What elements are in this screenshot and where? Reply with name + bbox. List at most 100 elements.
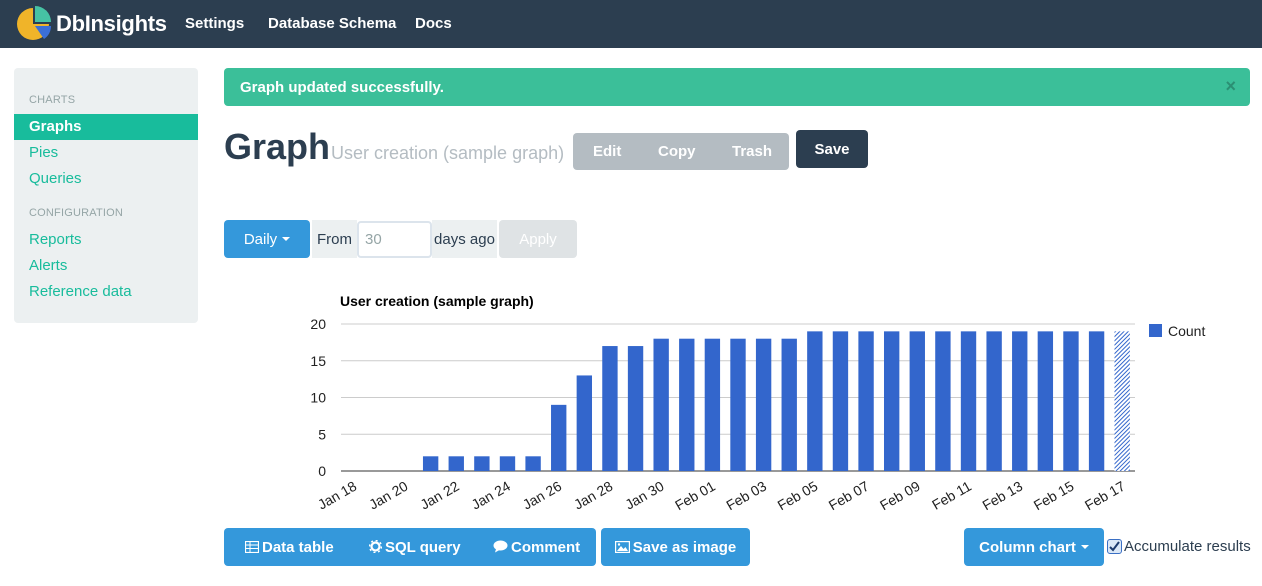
sidebar-header-configuration: CONFIGURATION (29, 207, 124, 219)
nav-database-schema[interactable]: Database Schema (268, 15, 396, 32)
chart-bar[interactable] (832, 331, 849, 471)
chart-bar[interactable] (935, 331, 951, 471)
sidebar-item-alerts[interactable]: Alerts (14, 253, 198, 279)
y-tick-label: 20 (310, 316, 326, 332)
chart-bar[interactable] (755, 338, 772, 471)
granularity-dropdown[interactable]: Daily (224, 220, 310, 258)
page-title: Graph (224, 126, 331, 167)
chart-bar[interactable] (1114, 331, 1130, 471)
pie-chart-logo-icon (17, 6, 51, 40)
chart-bar[interactable] (1012, 331, 1028, 471)
x-tick-label: Feb 07 (826, 478, 872, 514)
accumulate-results-option[interactable]: Accumulate results (1107, 538, 1251, 555)
sql-query-button[interactable]: SQL query (369, 539, 461, 556)
sidebar-item-queries[interactable]: Queries (14, 166, 198, 192)
chart-bar[interactable] (960, 331, 977, 471)
chart-bar[interactable] (422, 456, 439, 471)
from-label: From (312, 220, 357, 258)
comment-label: Comment (511, 539, 581, 556)
save-as-image-button[interactable]: Save as image (601, 528, 750, 566)
x-tick-label: Feb 17 (1082, 478, 1128, 514)
chart-tools-group: Data table SQL query Comment (224, 528, 596, 566)
chart-bar[interactable] (730, 338, 746, 471)
y-tick-label: 15 (310, 353, 326, 369)
x-tick-label: Feb 01 (672, 478, 718, 514)
x-tick-label: Jan 28 (571, 478, 616, 513)
apply-button[interactable]: Apply (499, 220, 577, 258)
data-table-label: Data table (262, 539, 334, 556)
sidebar-item-graphs[interactable]: Graphs (14, 114, 198, 140)
accumulate-checkbox[interactable] (1107, 539, 1122, 554)
granularity-label: Daily (243, 230, 278, 248)
sidebar: CHARTS Graphs Pies Queries CONFIGURATION… (14, 68, 198, 323)
save-button[interactable]: Save (796, 130, 868, 168)
days-input[interactable] (357, 221, 432, 258)
x-tick-label: Jan 18 (315, 478, 360, 513)
chart-bar[interactable] (627, 346, 644, 471)
top-navbar: DbInsights Settings Database Schema Docs (0, 0, 1262, 48)
accumulate-label: Accumulate results (1124, 538, 1251, 555)
x-tick-label: Feb 05 (775, 478, 821, 514)
x-tick-label: Jan 26 (520, 478, 565, 513)
x-tick-label: Feb 13 (979, 478, 1025, 514)
data-table-button[interactable]: Data table (245, 539, 334, 556)
app-name: DbInsights (56, 11, 167, 36)
y-tick-label: 0 (318, 463, 326, 479)
x-tick-label: Feb 15 (1031, 478, 1077, 514)
chart-type-dropdown[interactable]: Column chart (964, 528, 1104, 566)
save-as-image-label: Save as image (632, 538, 737, 556)
alert-close-icon[interactable]: × (1225, 76, 1236, 97)
edit-button[interactable]: Edit (593, 143, 621, 160)
chart-bar[interactable] (653, 338, 669, 471)
days-ago-label: days ago (432, 220, 497, 258)
chart-bar[interactable] (474, 456, 490, 471)
page-subtitle: User creation (sample graph) (331, 143, 565, 163)
chart-bar[interactable] (679, 338, 695, 471)
chart-bar[interactable] (858, 331, 874, 471)
sql-query-label: SQL query (385, 539, 461, 556)
gear-icon (369, 540, 382, 553)
x-tick-label: Jan 24 (469, 478, 514, 513)
chart-type-label: Column chart (979, 538, 1076, 556)
x-tick-label: Feb 03 (723, 478, 769, 514)
chart-bar[interactable] (883, 331, 900, 471)
graph-actions-group: Edit Copy Trash (573, 133, 789, 170)
table-icon (245, 541, 259, 553)
chart-bar[interactable] (704, 338, 721, 471)
chart-bar[interactable] (986, 331, 1002, 471)
success-alert: Graph updated successfully. × (224, 68, 1250, 106)
y-tick-label: 10 (310, 390, 326, 406)
chart-bar[interactable] (807, 331, 823, 471)
chart-bar[interactable] (551, 404, 567, 471)
chart-bar[interactable] (576, 375, 593, 471)
copy-button[interactable]: Copy (658, 143, 696, 160)
comment-button[interactable]: Comment (493, 539, 580, 556)
caret-down-icon (282, 237, 291, 241)
sidebar-item-pies[interactable]: Pies (14, 140, 198, 166)
nav-docs[interactable]: Docs (415, 15, 452, 32)
chart-bar[interactable] (1037, 331, 1054, 471)
trash-button[interactable]: Trash (732, 143, 772, 160)
brand[interactable]: DbInsights (14, 5, 167, 43)
chart-bar[interactable] (1063, 331, 1079, 471)
sidebar-item-reference-data[interactable]: Reference data (14, 279, 198, 305)
chart-bar[interactable] (499, 456, 516, 471)
chart-bar[interactable] (525, 456, 541, 471)
chart-title: User creation (sample graph) (340, 293, 534, 309)
nav-settings[interactable]: Settings (185, 15, 244, 32)
x-tick-label: Jan 22 (417, 478, 462, 513)
chart-bar[interactable] (909, 331, 925, 471)
image-icon (614, 541, 630, 553)
x-tick-label: Feb 11 (929, 478, 974, 513)
comment-icon (493, 540, 508, 553)
x-tick-label: Feb 09 (877, 478, 923, 514)
y-tick-label: 5 (318, 426, 326, 442)
x-tick-label: Jan 30 (622, 478, 667, 513)
chart-bar[interactable] (602, 346, 618, 471)
sidebar-item-reports[interactable]: Reports (14, 227, 198, 253)
chart-bar[interactable] (781, 338, 797, 471)
chart-bar[interactable] (1088, 331, 1105, 471)
legend-label: Count (1168, 323, 1205, 339)
chart-bar[interactable] (448, 456, 464, 471)
legend-swatch (1149, 324, 1162, 337)
